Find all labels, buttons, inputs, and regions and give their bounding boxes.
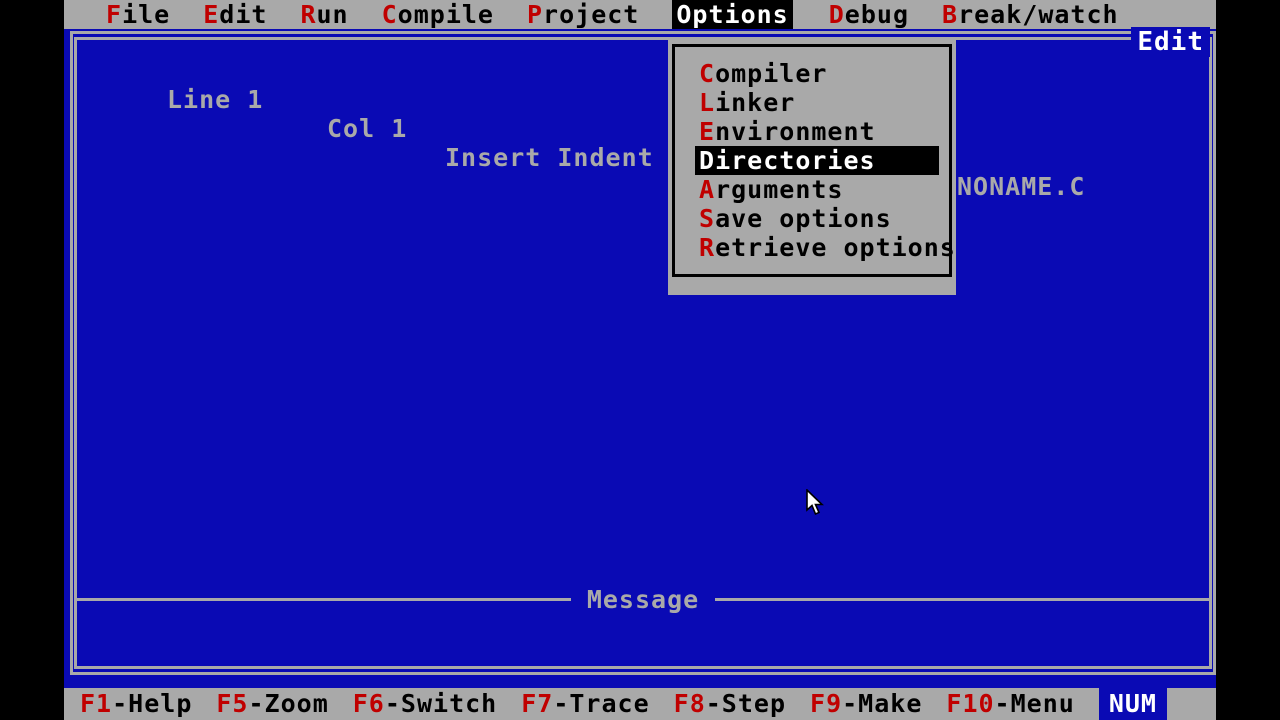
editor-status-line: Line 1 Col 1 Insert Indent Tab Fill Unin… [77, 56, 1209, 201]
menu-item-edit-label: dit [219, 0, 268, 29]
fkey-f9-action: -Make [842, 689, 923, 718]
fkey-f6-switch[interactable]: F6-Switch [353, 688, 497, 720]
menu-item-edit-hotkey: E [203, 0, 220, 29]
window-border-right-outer [1213, 31, 1216, 675]
menu-option-save-options-hotkey: S [699, 204, 716, 233]
ide-desktop: File Edit Run Compile Project Options De… [64, 0, 1216, 720]
menu-item-debug-hotkey: D [828, 0, 845, 29]
fkey-f8-step[interactable]: F8-Step [674, 688, 786, 720]
fkey-f5-action: -Zoom [248, 689, 329, 718]
edit-window[interactable]: Edit Line 1 Col 1 Insert Indent Tab Fill… [70, 27, 1216, 675]
fkey-f1-action: -Help [112, 689, 193, 718]
fkey-f5-label: F5 [216, 689, 249, 718]
options-dropdown-menu[interactable]: Compiler Linker Environment Directories … [668, 40, 956, 295]
menu-item-project-hotkey: P [526, 0, 544, 29]
options-dropdown-frame: Compiler Linker Environment Directories … [672, 44, 955, 277]
editor-col-indicator: Col 1 [327, 114, 408, 143]
menu-option-retrieve-options-hotkey: R [699, 233, 716, 262]
fkey-f9-label: F9 [810, 689, 843, 718]
message-rule-left [77, 597, 571, 601]
menu-option-environment[interactable]: Environment [695, 117, 939, 146]
menu-item-debug-label: ebug [844, 0, 910, 29]
menu-item-file-label: ile [122, 0, 171, 29]
window-border-top-outer [70, 31, 1216, 34]
menu-item-file-hotkey: F [106, 0, 123, 29]
menu-item-compile[interactable]: Compile [382, 0, 494, 29]
fkey-f8-label: F8 [673, 689, 706, 718]
menu-option-save-options[interactable]: Save options [695, 204, 939, 233]
menu-option-arguments-hotkey: A [699, 175, 716, 204]
window-border-bottom-outer [70, 672, 1216, 675]
menu-option-arguments-label: rguments [715, 175, 844, 204]
menu-option-directories-label: irectories [715, 146, 876, 175]
menu-item-compile-label: ompile [397, 0, 494, 29]
menu-item-compile-hotkey: C [381, 0, 398, 29]
fkey-f1-label: F1 [80, 689, 113, 718]
editor-line-indicator: Line 1 [167, 85, 264, 114]
menu-item-breakwatch-label: reak/watch [958, 0, 1119, 29]
menu-item-options-label: ptions [692, 0, 789, 29]
fkey-f7-action: -Trace [553, 689, 650, 718]
menu-item-project-label: roject [543, 0, 640, 29]
menu-option-retrieve-options[interactable]: Retrieve options [695, 233, 955, 262]
dos-screen: File Edit Run Compile Project Options De… [0, 0, 1280, 720]
menu-option-compiler-hotkey: C [699, 59, 716, 88]
edit-window-client[interactable]: Line 1 Col 1 Insert Indent Tab Fill Unin… [77, 40, 1210, 666]
menu-item-run-hotkey: R [300, 0, 317, 29]
menu-item-project[interactable]: Project [527, 0, 639, 29]
function-key-bar: F1-Help F5-Zoom F6-Switch F7-Trace F8-St… [64, 688, 1216, 720]
window-border-right-inner [1209, 37, 1212, 669]
fkey-f6-action: -Switch [384, 689, 498, 718]
window-border-bottom-inner [74, 666, 1212, 669]
menu-item-breakwatch[interactable]: Break/watch [942, 0, 1119, 29]
fkey-f5-zoom[interactable]: F5-Zoom [216, 688, 328, 720]
fkey-f10-action: -Menu [994, 689, 1075, 718]
window-border-left-outer [70, 31, 73, 675]
menu-item-options-hotkey: O [676, 0, 693, 29]
menu-bar: File Edit Run Compile Project Options De… [64, 0, 1216, 29]
fkey-f9-make[interactable]: F9-Make [810, 688, 922, 720]
menu-item-options[interactable]: Options [672, 0, 793, 29]
menu-option-linker-hotkey: L [699, 88, 716, 117]
message-rule-right [715, 597, 1210, 601]
fkey-f6-label: F6 [352, 689, 385, 718]
menu-item-breakwatch-hotkey: B [942, 0, 959, 29]
menu-item-debug[interactable]: Debug [829, 0, 909, 29]
menu-option-compiler[interactable]: Compiler [695, 59, 939, 88]
fkey-f10-label: F10 [946, 689, 995, 718]
message-divider: Message [77, 584, 1210, 614]
num-lock-indicator: NUM [1098, 688, 1167, 720]
menu-option-environment-hotkey: E [699, 117, 716, 146]
fkey-f1-help[interactable]: F1-Help [80, 688, 192, 720]
menu-item-edit[interactable]: Edit [203, 0, 267, 29]
fkey-f7-trace[interactable]: F7-Trace [521, 688, 649, 720]
menu-option-arguments[interactable]: Arguments [695, 175, 939, 204]
menu-option-retrieve-options-label: etrieve options [715, 233, 956, 262]
editor-filename: NONAME.C [957, 172, 1086, 201]
menu-option-compiler-label: ompiler [715, 59, 828, 88]
menu-item-run[interactable]: Run [300, 0, 348, 29]
message-pane-label: Message [586, 584, 700, 614]
menu-option-directories-hotkey: D [699, 146, 716, 175]
menu-item-file[interactable]: File [106, 0, 170, 29]
menu-option-linker-label: inker [715, 88, 796, 117]
menu-option-environment-label: nvironment [715, 117, 876, 146]
fkey-f10-menu[interactable]: F10-Menu [946, 688, 1074, 720]
fkey-f7-label: F7 [521, 689, 554, 718]
menu-option-save-options-label: ave options [715, 204, 892, 233]
menu-item-run-label: un [316, 0, 349, 29]
menu-option-linker[interactable]: Linker [695, 88, 939, 117]
edit-window-title: Edit [1131, 27, 1210, 57]
fkey-f8-action: -Step [705, 689, 787, 718]
menu-option-directories[interactable]: Directories [695, 146, 939, 175]
